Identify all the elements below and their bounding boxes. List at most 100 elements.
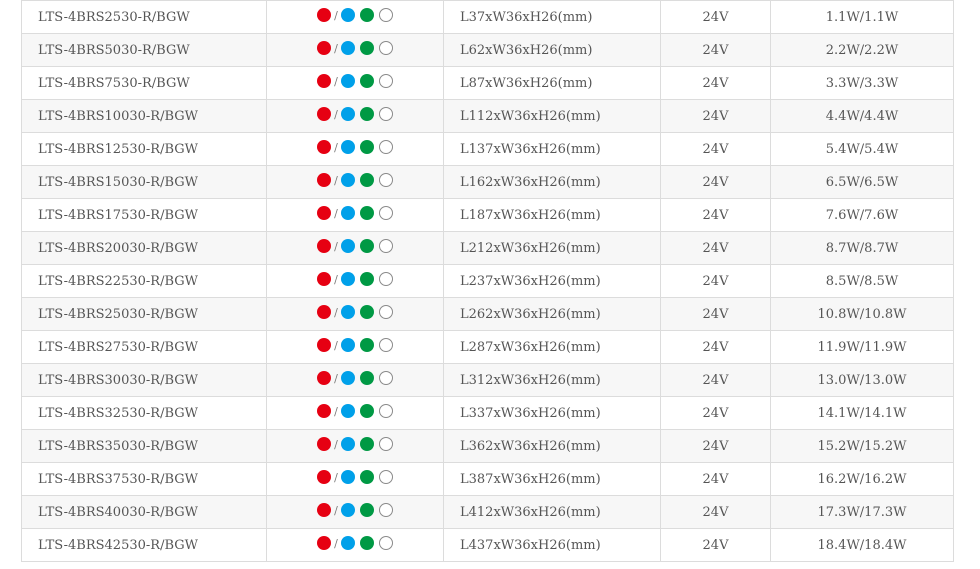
color-options-cell: / [266,66,444,100]
green-dot-icon [359,206,374,220]
size-cell: L362xW36xH26(mm) [443,429,661,463]
color-dots: / [317,305,393,319]
model-cell: LTS-4BRS22530-R/BGW [21,264,267,298]
color-dots: / [317,404,393,418]
power-cell: 5.4W/5.4W [770,132,954,166]
white-dot-icon [378,437,393,451]
color-dots: / [317,74,393,88]
white-dot-icon [378,536,393,550]
voltage-cell: 24V [660,132,771,166]
size-cell: L62xW36xH26(mm) [443,33,661,67]
model-cell: LTS-4BRS15030-R/BGW [21,165,267,199]
size-cell: L237xW36xH26(mm) [443,264,661,298]
size-cell: L337xW36xH26(mm) [443,396,661,430]
power-cell: 6.5W/6.5W [770,165,954,199]
table-row: LTS-4BRS22530-R/BGW / L237xW36xH26(mm) 2… [21,264,954,298]
color-separator: / [334,338,338,352]
size-cell: L387xW36xH26(mm) [443,462,661,496]
red-dot-icon [317,41,332,55]
power-cell: 16.2W/16.2W [770,462,954,496]
power-cell: 4.4W/4.4W [770,99,954,133]
color-dots: / [317,206,393,220]
color-dots: / [317,239,393,253]
power-cell: 11.9W/11.9W [770,330,954,364]
white-dot-icon [378,107,393,121]
blue-dot-icon [340,272,355,286]
table-row: LTS-4BRS27530-R/BGW / L287xW36xH26(mm) 2… [21,330,954,364]
color-separator: / [334,404,338,418]
color-dots: / [317,503,393,517]
size-cell: L312xW36xH26(mm) [443,363,661,397]
voltage-cell: 24V [660,330,771,364]
model-cell: LTS-4BRS10030-R/BGW [21,99,267,133]
red-dot-icon [317,107,332,121]
power-cell: 17.3W/17.3W [770,495,954,529]
voltage-cell: 24V [660,429,771,463]
green-dot-icon [359,173,374,187]
color-separator: / [334,272,338,286]
size-cell: L162xW36xH26(mm) [443,165,661,199]
green-dot-icon [359,371,374,385]
color-separator: / [334,140,338,154]
blue-dot-icon [340,404,355,418]
color-options-cell: / [266,495,444,529]
color-separator: / [334,239,338,253]
green-dot-icon [359,404,374,418]
table-row: LTS-4BRS12530-R/BGW / L137xW36xH26(mm) 2… [21,132,954,166]
white-dot-icon [378,140,393,154]
green-dot-icon [359,437,374,451]
size-cell: L112xW36xH26(mm) [443,99,661,133]
size-cell: L37xW36xH26(mm) [443,0,661,34]
model-cell: LTS-4BRS7530-R/BGW [21,66,267,100]
color-options-cell: / [266,132,444,166]
red-dot-icon [317,239,332,253]
spec-table-body: LTS-4BRS2530-R/BGW / L37xW36xH26(mm) 24V… [21,0,954,562]
power-cell: 8.5W/8.5W [770,264,954,298]
white-dot-icon [378,173,393,187]
voltage-cell: 24V [660,198,771,232]
red-dot-icon [317,305,332,319]
red-dot-icon [317,74,332,88]
red-dot-icon [317,140,332,154]
color-separator: / [334,173,338,187]
blue-dot-icon [340,371,355,385]
red-dot-icon [317,338,332,352]
power-cell: 14.1W/14.1W [770,396,954,430]
white-dot-icon [378,503,393,517]
red-dot-icon [317,470,332,484]
red-dot-icon [317,536,332,550]
green-dot-icon [359,8,374,22]
voltage-cell: 24V [660,363,771,397]
blue-dot-icon [340,8,355,22]
size-cell: L262xW36xH26(mm) [443,297,661,331]
table-row: LTS-4BRS35030-R/BGW / L362xW36xH26(mm) 2… [21,429,954,463]
blue-dot-icon [340,470,355,484]
green-dot-icon [359,272,374,286]
model-cell: LTS-4BRS35030-R/BGW [21,429,267,463]
blue-dot-icon [340,503,355,517]
power-cell: 18.4W/18.4W [770,528,954,562]
table-row: LTS-4BRS5030-R/BGW / L62xW36xH26(mm) 24V… [21,33,954,67]
color-options-cell: / [266,462,444,496]
red-dot-icon [317,371,332,385]
green-dot-icon [359,239,374,253]
model-cell: LTS-4BRS30030-R/BGW [21,363,267,397]
color-separator: / [334,371,338,385]
size-cell: L137xW36xH26(mm) [443,132,661,166]
white-dot-icon [378,371,393,385]
red-dot-icon [317,437,332,451]
color-dots: / [317,371,393,385]
voltage-cell: 24V [660,528,771,562]
power-cell: 8.7W/8.7W [770,231,954,265]
power-cell: 10.8W/10.8W [770,297,954,331]
color-options-cell: / [266,231,444,265]
model-cell: LTS-4BRS25030-R/BGW [21,297,267,331]
green-dot-icon [359,503,374,517]
color-separator: / [334,206,338,220]
color-separator: / [334,536,338,550]
red-dot-icon [317,206,332,220]
white-dot-icon [378,470,393,484]
power-cell: 7.6W/7.6W [770,198,954,232]
size-cell: L187xW36xH26(mm) [443,198,661,232]
table-row: LTS-4BRS42530-R/BGW / L437xW36xH26(mm) 2… [21,528,954,562]
